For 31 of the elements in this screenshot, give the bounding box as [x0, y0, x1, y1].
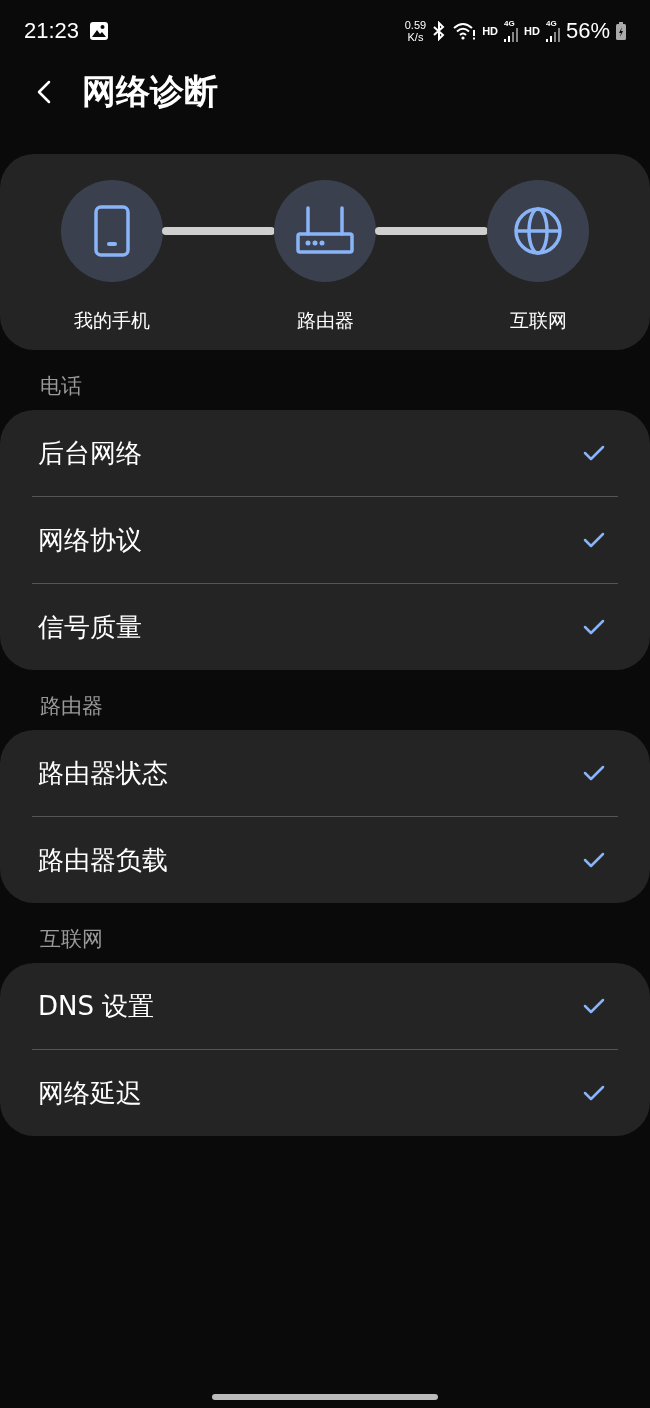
item-label: 后台网络	[37, 436, 142, 470]
signal-icon	[545, 28, 560, 42]
hd-label: HD	[482, 25, 499, 37]
router-icon	[295, 206, 355, 256]
phone-icon	[92, 204, 132, 258]
section-title: 电话	[39, 373, 83, 400]
item-label: DNS 设置	[37, 989, 155, 1023]
clock: 21:23	[24, 18, 80, 44]
network-type: 4G	[504, 20, 515, 28]
node-label: 互联网	[509, 308, 567, 333]
section-title: 路由器	[39, 693, 104, 720]
item-label: 网络协议	[37, 523, 142, 557]
section-title: 互联网	[39, 926, 104, 953]
page-title: 网络诊断	[82, 70, 218, 113]
item-label: 信号质量	[37, 610, 142, 644]
item-label: 路由器负载	[37, 843, 168, 877]
item-label: 网络延迟	[37, 1076, 142, 1110]
bluetooth-icon	[432, 21, 447, 41]
hd-label: HD	[524, 25, 540, 37]
network-type: 4G	[545, 20, 557, 28]
globe-icon	[512, 205, 564, 257]
signal-icon	[504, 28, 519, 42]
item-label: 路由器状态	[37, 756, 168, 790]
speed-value: 0.59	[404, 19, 427, 31]
battery-icon	[616, 22, 626, 40]
node-label: 我的手机	[74, 308, 150, 333]
speed-unit: K/s	[407, 31, 424, 43]
battery-level: 56%	[565, 18, 610, 44]
image-icon	[89, 21, 110, 41]
wifi-icon	[452, 22, 477, 40]
node-label: 路由器	[296, 308, 354, 333]
